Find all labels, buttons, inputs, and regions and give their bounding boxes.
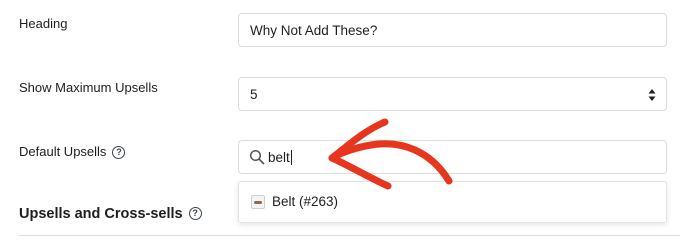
help-icon[interactable]: ? <box>188 207 202 220</box>
search-text: belt <box>268 149 290 165</box>
default-upsells-label-text: Default Upsells <box>19 144 107 159</box>
default-upsells-search-value: belt <box>239 149 292 165</box>
search-result-option[interactable]: Belt (#263) <box>251 194 338 209</box>
product-thumbnail-icon <box>251 194 265 209</box>
search-results-dropdown: Belt (#263) <box>238 181 667 223</box>
search-icon <box>249 149 265 165</box>
max-upsells-value: 5 <box>250 86 258 102</box>
search-result-label: Belt (#263) <box>272 194 339 209</box>
section-divider <box>19 235 680 236</box>
text-cursor <box>290 149 292 165</box>
heading-input[interactable]: Why Not Add These? <box>238 13 667 47</box>
section-heading: Upsells and Cross-sells? <box>19 206 202 222</box>
max-upsells-label: Show Maximum Upsells <box>19 80 158 95</box>
section-heading-text: Upsells and Cross-sells <box>19 206 183 222</box>
max-upsells-number-input[interactable]: 5 <box>238 77 667 111</box>
heading-input-value: Why Not Add These? <box>250 22 378 38</box>
heading-label: Heading <box>19 16 68 31</box>
default-upsells-search-input[interactable]: belt <box>238 140 667 174</box>
help-icon[interactable]: ? <box>112 146 126 159</box>
default-upsells-label: Default Upsells? <box>19 144 126 159</box>
number-spinner-icon[interactable] <box>648 88 656 102</box>
